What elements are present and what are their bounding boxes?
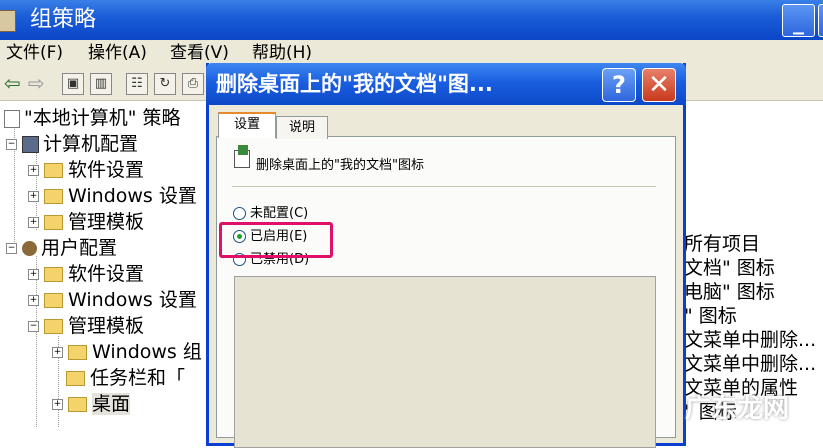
divider — [232, 186, 656, 187]
expand-icon[interactable]: + — [52, 347, 63, 358]
tree-node-root[interactable]: "本地计算机" 策略 — [4, 106, 181, 130]
expand-icon[interactable]: + — [28, 165, 39, 176]
tree-node-label: Windows 设置 — [68, 185, 197, 207]
back-arrow-icon[interactable]: ⇦ — [4, 71, 21, 95]
folder-icon — [44, 267, 63, 282]
main-window-title: 组策略 — [30, 7, 97, 32]
forward-arrow-icon[interactable]: ⇨ — [28, 71, 45, 95]
tab-settings[interactable]: 设置 — [218, 112, 276, 138]
expand-icon[interactable]: + — [28, 191, 39, 202]
highlight-box — [219, 222, 333, 258]
list-item[interactable]: 电脑" 图标 — [684, 280, 775, 304]
tree-node-label: 任务栏和「 — [90, 367, 186, 389]
tree-node-windows-components[interactable]: + Windows 组 — [52, 340, 202, 364]
expand-icon[interactable]: + — [52, 399, 63, 410]
computer-icon — [22, 136, 39, 153]
radio-not-configured[interactable]: 未配置(C) — [233, 205, 308, 223]
tree-node-label: "本地计算机" 策略 — [24, 107, 181, 129]
collapse-icon[interactable]: − — [6, 139, 17, 150]
tree-node-label: 管理模板 — [68, 211, 145, 233]
properties-icon[interactable]: ☷ — [126, 73, 148, 95]
menu-action[interactable]: 操作(A) — [88, 40, 147, 66]
tree-node-label: 用户配置 — [41, 237, 118, 259]
menu-file[interactable]: 文件(F) — [6, 40, 63, 66]
tree-node-windows-settings[interactable]: + Windows 设置 — [28, 184, 197, 208]
folder-icon — [66, 371, 85, 386]
tree-node-label: 软件设置 — [68, 159, 145, 181]
tree-node-label: 桌面 — [92, 393, 131, 415]
tree-node-windows-settings[interactable]: + Windows 设置 — [28, 288, 197, 312]
help-button[interactable]: ? — [602, 68, 636, 102]
list-item[interactable]: 所有项目 — [684, 232, 760, 256]
main-close-button[interactable] — [818, 4, 823, 37]
tab-explain[interactable]: 说明 — [276, 116, 328, 139]
user-icon — [22, 241, 37, 256]
tree-node-admin-templates[interactable]: − 管理模板 — [28, 314, 144, 338]
export-icon[interactable]: ⎙ — [182, 73, 204, 95]
dialog-close-button[interactable]: ✕ — [642, 68, 676, 102]
up-folder-icon[interactable]: ▣ — [62, 73, 84, 95]
setting-name: 删除桌面上的"我的文档"图标 — [256, 158, 424, 173]
radio-button[interactable] — [233, 207, 246, 220]
refresh-icon[interactable]: ↻ — [154, 73, 176, 95]
radio-label: 未配置(C) — [250, 206, 309, 221]
dialog-title: 删除桌面上的"我的文档"图... — [216, 72, 493, 96]
list-item[interactable]: 文菜单中删除... — [684, 328, 816, 352]
expand-icon[interactable]: + — [28, 295, 39, 306]
policy-document-icon — [4, 109, 20, 128]
comment-area — [234, 276, 656, 448]
tree-node-admin-templates[interactable]: + 管理模板 — [28, 210, 144, 234]
tree-node-desktop[interactable]: + 桌面 — [52, 392, 131, 416]
tree-node-software-settings[interactable]: + 软件设置 — [28, 262, 144, 286]
watermark: 广东龙网 — [685, 394, 790, 424]
folder-icon — [68, 345, 87, 360]
tree-node-software-settings[interactable]: + 软件设置 — [28, 158, 144, 182]
tree-node-computer-config[interactable]: − 计算机配置 — [6, 132, 138, 156]
collapse-icon[interactable]: − — [28, 321, 39, 332]
collapse-icon[interactable]: − — [6, 243, 17, 254]
tree-node-user-config[interactable]: − 用户配置 — [6, 236, 117, 260]
show-tree-icon[interactable]: ▥ — [90, 73, 112, 95]
expand-icon[interactable]: + — [28, 217, 39, 228]
group-policy-app-icon — [0, 10, 16, 32]
tree-node-label: Windows 组 — [92, 341, 202, 363]
tree-node-label: Windows 设置 — [68, 289, 197, 311]
folder-icon — [44, 293, 63, 308]
tree-node-label: 计算机配置 — [43, 133, 139, 155]
minimize-button[interactable]: _ — [782, 4, 815, 37]
expand-icon[interactable]: + — [28, 269, 39, 280]
list-item[interactable]: 文档" 图标 — [684, 256, 775, 280]
tree-node-label: 管理模板 — [68, 315, 145, 337]
main-titlebar[interactable]: 组策略 — [0, 0, 823, 40]
tree-node-taskbar[interactable]: 任务栏和「 — [66, 366, 185, 390]
folder-icon — [44, 215, 63, 230]
folder-icon — [44, 189, 63, 204]
folder-icon — [44, 163, 63, 178]
policy-setting-badge-icon — [238, 145, 248, 155]
list-item[interactable]: 文菜单中删除... — [684, 352, 816, 376]
tree-node-label: 软件设置 — [68, 263, 145, 285]
list-item[interactable]: " 图标 — [684, 304, 737, 328]
folder-icon — [44, 319, 63, 334]
folder-icon — [68, 397, 87, 412]
